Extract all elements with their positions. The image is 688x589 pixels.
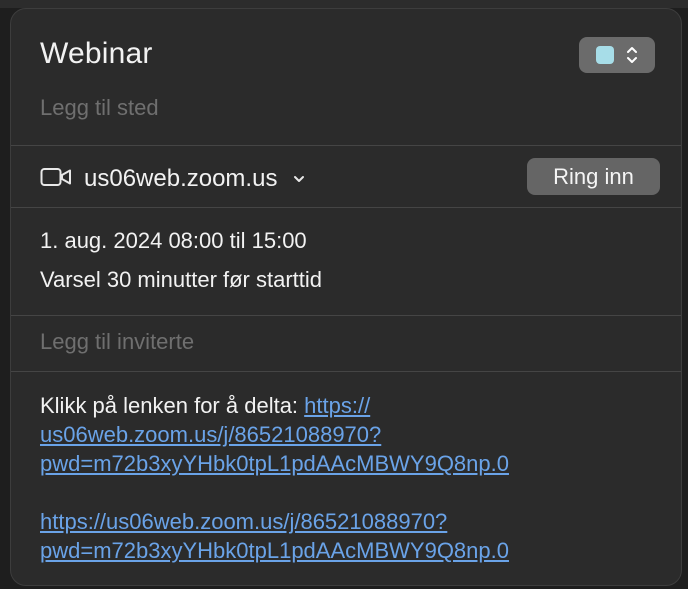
divider bbox=[11, 145, 681, 146]
video-camera-icon bbox=[40, 166, 72, 193]
notes-spacer bbox=[40, 478, 640, 507]
event-alert[interactable]: Varsel 30 minutter før starttid bbox=[40, 267, 322, 293]
video-conference-selector[interactable]: us06web.zoom.us bbox=[40, 165, 305, 193]
join-link-1-part-3: pwd=m72b3xyYHbk0tpL1pdAAcMBWY9Q8np.0 bbox=[40, 451, 509, 476]
event-title[interactable]: Webinar bbox=[40, 37, 153, 71]
chevron-down-icon bbox=[293, 173, 305, 185]
chevron-updown-icon bbox=[626, 44, 638, 66]
video-host-label: us06web.zoom.us bbox=[84, 165, 278, 192]
notes-intro-text: Klikk på lenken for å delta: bbox=[40, 393, 305, 418]
location-input[interactable]: Legg til sted bbox=[40, 95, 159, 121]
join-link-2[interactable]: https://us06web.zoom.us/j/86521088970? pw… bbox=[40, 509, 509, 563]
ring-in-button[interactable]: Ring inn bbox=[527, 158, 660, 195]
event-datetime[interactable]: 1. aug. 2024 08:00 til 15:00 bbox=[40, 228, 307, 254]
notes-paragraph-2: https://us06web.zoom.us/j/86521088970? pw… bbox=[40, 507, 640, 565]
event-popover: Webinar Legg til sted us06web.zoom.us Ri… bbox=[10, 8, 682, 586]
join-link-1-part-1: https:// bbox=[304, 393, 371, 418]
calendar-color-swatch bbox=[596, 46, 614, 64]
divider bbox=[11, 371, 681, 372]
backdrop-strip bbox=[0, 0, 688, 8]
join-link-2-part-2: pwd=m72b3xyYHbk0tpL1pdAAcMBWY9Q8np.0 bbox=[40, 538, 509, 563]
event-notes[interactable]: Klikk på lenken for å delta: https://us0… bbox=[40, 391, 640, 565]
divider bbox=[11, 315, 681, 316]
invitees-input[interactable]: Legg til inviterte bbox=[40, 329, 194, 355]
notes-paragraph-1: Klikk på lenken for å delta: https:// us0… bbox=[40, 391, 640, 478]
divider bbox=[11, 207, 681, 208]
join-link-1-part-2: us06web.zoom.us/j/86521088970? bbox=[40, 422, 382, 447]
join-link-2-part-1: https://us06web.zoom.us/j/86521088970? bbox=[40, 509, 448, 534]
calendar-color-picker[interactable] bbox=[579, 37, 655, 73]
